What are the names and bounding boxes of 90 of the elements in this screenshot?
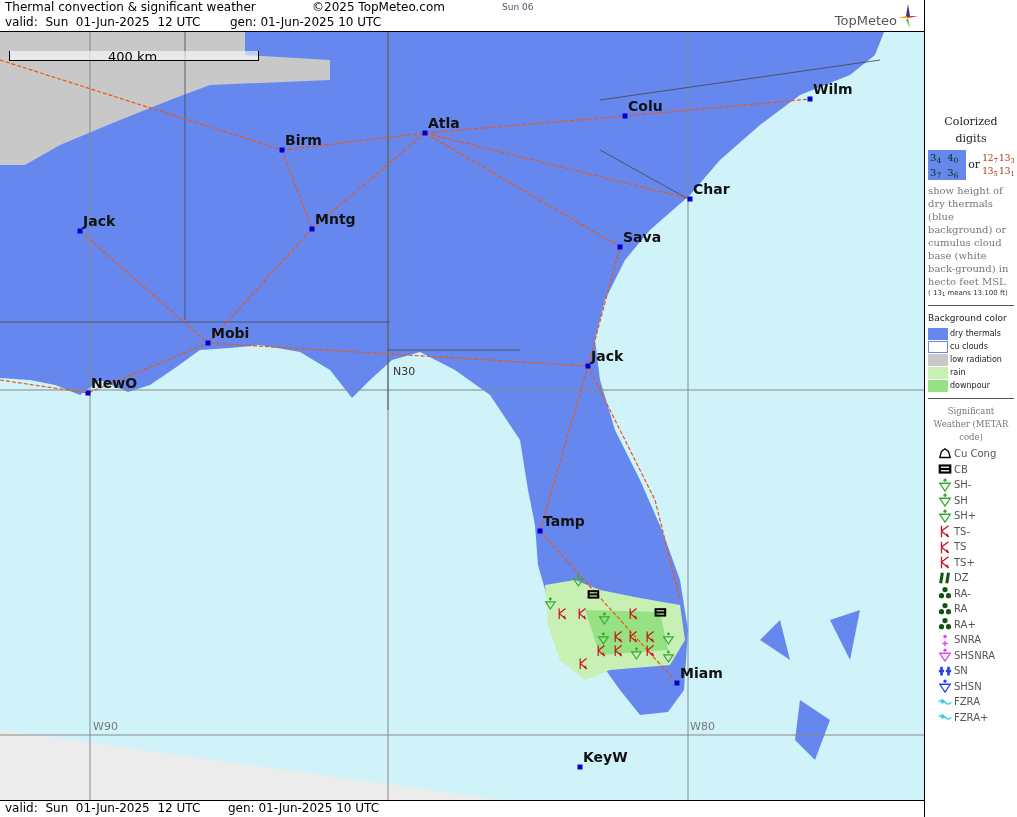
city-label: Birm: [285, 132, 322, 148]
city-marker: [622, 113, 628, 119]
digit-sample: 13$_{1}$: [999, 165, 1014, 178]
grid-label: W90: [93, 720, 118, 733]
symbol-label: SH-: [954, 478, 972, 493]
grid-label: W80: [690, 720, 715, 733]
day-label: Sun 06: [502, 1, 534, 14]
weather-symbol-icon: [614, 645, 623, 657]
swatch-label: cu clouds: [950, 341, 988, 353]
digit-sample: 3$_{4}$: [930, 151, 943, 165]
city-marker: [585, 363, 591, 369]
city-label: Sava: [623, 229, 662, 245]
symbol-label: TS+: [954, 555, 975, 570]
city-marker: [577, 764, 583, 770]
city-marker: [279, 147, 285, 153]
swatch-label: low radiation: [950, 354, 1002, 366]
city-label: Tamp: [543, 513, 585, 529]
symbol-label: SNRA: [954, 633, 982, 648]
weather-symbol-icon: [598, 612, 611, 626]
city-label: KeyW: [583, 749, 628, 765]
or-label: or: [968, 156, 981, 173]
symbol-label: SHSN: [954, 679, 982, 694]
city-label: Mntg: [315, 211, 356, 227]
weather-symbol-icon: [646, 645, 655, 657]
city-marker: [687, 196, 693, 202]
weather-symbol-icon: [654, 608, 667, 617]
grid-label: N30: [393, 365, 416, 378]
weather-symbol-icon: [614, 631, 623, 643]
weather-symbol-icon: [578, 608, 587, 620]
symbol-label: RA-: [954, 586, 971, 601]
city-label: NewO: [91, 375, 138, 391]
city-label: Wilm: [813, 81, 853, 97]
city-marker: [807, 96, 813, 102]
symbol-label: CB: [954, 462, 968, 477]
city-label: Miam: [680, 665, 723, 681]
legend-heading: Background color: [928, 311, 1008, 325]
symbol-label: SHSNRA: [954, 648, 996, 663]
city-label: Char: [693, 181, 730, 197]
city-marker: [537, 528, 543, 534]
digits-description: show height of dry thermals (blue background) or cumulus cloud base (white back-ground) in hecto feet MSL: [928, 184, 1010, 288]
digit-sample: 3$_{6}$: [947, 166, 960, 180]
city-label: Atla: [428, 115, 460, 131]
city-marker: [205, 340, 211, 346]
symbol-label: TS-: [954, 524, 971, 539]
weather-symbol-icon: [662, 650, 675, 664]
generated-time: gen: 01-Jun-2025 10 UTC: [230, 15, 382, 30]
weather-symbol-icon: [630, 647, 643, 661]
city-label: Jack: [83, 213, 116, 229]
swatch-label: dry thermals: [950, 328, 1001, 340]
digit-sample: 13$_{3}$: [999, 152, 1014, 165]
weather-symbol-icon: [587, 590, 600, 599]
city-marker: [422, 130, 428, 136]
city-label: Colu: [628, 98, 663, 114]
symbol-label: SN: [954, 664, 968, 679]
symbol-label: DZ: [954, 571, 969, 586]
symbol-label: RA: [954, 602, 968, 617]
city-label: Mobi: [211, 325, 250, 341]
symbol-label: RA+: [954, 617, 976, 632]
digit-sample: 4$_{0}$: [947, 151, 960, 165]
symbol-label: SH+: [954, 509, 977, 524]
logo-text: TopMeteo: [834, 11, 897, 30]
symbol-label: Cu Cong: [954, 447, 997, 462]
valid-time: valid: Sun 01-Jun-2025 12 UTC: [5, 801, 202, 817]
digit-sample: 12$_{7}$: [982, 152, 998, 165]
compass-star-icon: [898, 4, 918, 30]
weather-symbol-icon: [579, 658, 588, 670]
weather-symbol-icon: [572, 574, 585, 588]
symbol-label: TS: [954, 540, 967, 555]
symbol-label: FZRA+: [954, 710, 989, 725]
swatch-label: rain: [950, 367, 966, 379]
swatch-label: downpour: [950, 380, 990, 392]
weather-symbol-icon: [646, 631, 655, 643]
legend-heading: Significant Weather (METAR code): [932, 405, 1010, 444]
city-label: Jack: [591, 348, 624, 364]
digit-sample: 13$_{5}$: [982, 165, 998, 178]
city-marker: [85, 390, 91, 396]
map-title: Thermal convection & significant weather: [5, 0, 257, 15]
legend-heading: Colorized digits: [943, 114, 999, 147]
copyright-text: ©2025 TopMeteo.com: [312, 0, 446, 15]
weather-symbol-icon: [629, 631, 638, 643]
city-marker: [77, 228, 83, 234]
weather-symbol-icon: [662, 632, 675, 646]
generated-time: gen: 01-Jun-2025 10 UTC: [228, 801, 380, 817]
weather-symbol-icon: [629, 608, 638, 620]
city-marker: [617, 244, 623, 250]
symbol-label: SH: [954, 493, 968, 508]
city-marker: [309, 226, 315, 232]
digit-sample: 3$_{7}$: [930, 166, 943, 180]
symbol-label: FZRA: [954, 695, 980, 710]
valid-time: valid: Sun 01-Jun-2025 12 UTC: [5, 15, 202, 30]
